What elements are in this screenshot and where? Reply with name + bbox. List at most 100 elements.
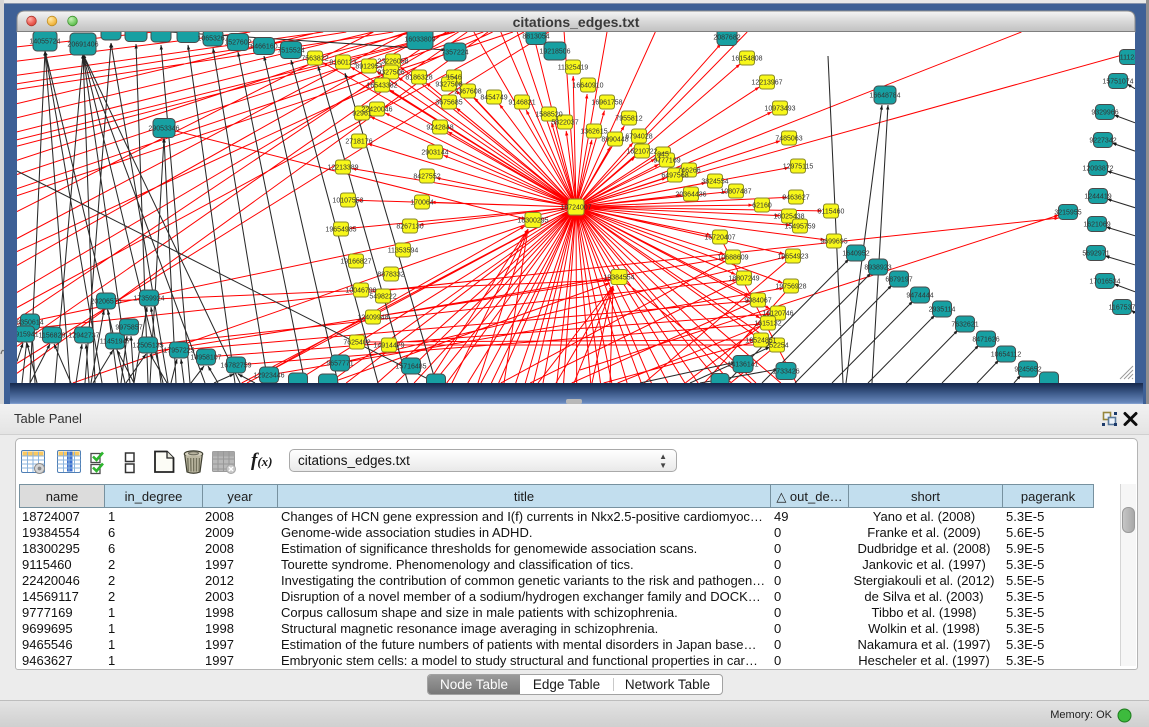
svg-text:9242848: 9242848 (426, 125, 453, 132)
svg-text:17957225: 17957225 (163, 348, 194, 355)
svg-text:10654112: 10654112 (991, 352, 1022, 359)
svg-text:19166827: 19166827 (340, 259, 371, 266)
svg-text:19218506: 19218506 (539, 49, 570, 56)
svg-text:14914479: 14914479 (373, 343, 404, 350)
svg-text:11353594: 11353594 (388, 248, 419, 255)
svg-text:9084067: 9084067 (744, 298, 771, 305)
svg-text:19654985: 19654985 (325, 227, 356, 234)
svg-text:8878332: 8878332 (377, 272, 404, 279)
svg-text:5498222: 5498222 (369, 294, 396, 301)
svg-text:252254: 252254 (765, 343, 788, 350)
svg-text:3824554: 3824554 (701, 179, 728, 186)
svg-text:16033809: 16033809 (404, 37, 435, 44)
svg-text:1621069: 1621069 (1083, 222, 1110, 229)
svg-text:8427552: 8427552 (413, 174, 440, 181)
svg-text:1546: 1546 (446, 75, 462, 82)
svg-text:11451947: 11451947 (100, 339, 131, 346)
svg-text:9975857: 9975857 (115, 325, 142, 332)
svg-text:62160: 62160 (752, 203, 772, 210)
svg-text:9463627: 9463627 (782, 195, 809, 202)
svg-text:92961: 92961 (352, 111, 372, 118)
svg-text:6794028: 6794028 (625, 134, 652, 141)
svg-text:1362615: 1362615 (580, 129, 607, 136)
svg-text:10973493: 10973493 (764, 106, 795, 113)
svg-text:9327508: 9327508 (435, 82, 462, 89)
svg-text:16640910: 16640910 (572, 83, 603, 90)
svg-text:7632621: 7632621 (951, 322, 978, 329)
svg-text:15495759: 15495759 (784, 224, 815, 231)
svg-text:9327506: 9327506 (377, 70, 404, 77)
svg-text:16648784: 16648784 (869, 93, 900, 100)
svg-text:1733426: 1733426 (772, 369, 799, 376)
svg-text:3675685: 3675685 (435, 100, 462, 107)
svg-text:23226058: 23226058 (377, 59, 408, 66)
svg-text:10807487: 10807487 (720, 189, 751, 196)
svg-text:12923446: 12923446 (253, 373, 284, 380)
svg-text:7485063: 7485063 (775, 136, 802, 143)
svg-text:3215955: 3215955 (1054, 210, 1081, 217)
svg-text:8471626: 8471626 (972, 337, 999, 344)
svg-text:9329966: 9329966 (1091, 110, 1118, 117)
svg-text:8267130: 8267130 (396, 224, 423, 231)
svg-text:7625402: 7625402 (343, 340, 370, 347)
svg-text:12213967: 12213967 (751, 80, 782, 87)
svg-text:1244419: 1244419 (1084, 194, 1111, 201)
svg-text:1156829: 1156829 (39, 333, 66, 340)
svg-text:7357224: 7357224 (441, 50, 468, 57)
svg-text:20691406: 20691406 (67, 42, 98, 49)
svg-text:20206576: 20206576 (90, 299, 121, 306)
svg-text:18724007: 18724007 (560, 205, 591, 212)
svg-text:1527602: 1527602 (224, 40, 251, 47)
svg-text:8186328: 8186328 (405, 75, 432, 82)
svg-text:12975115: 12975115 (783, 164, 814, 171)
svg-text:1640952: 1640952 (842, 251, 869, 258)
svg-text:1615132: 1615132 (754, 321, 781, 328)
svg-text:17359924: 17359924 (133, 296, 164, 303)
svg-text:16543382: 16543382 (366, 83, 397, 90)
svg-text:2903144: 2903144 (421, 150, 448, 157)
svg-text:9160123: 9160123 (329, 60, 356, 67)
svg-text:5822037: 5822037 (551, 120, 578, 127)
svg-text:16782759: 16782759 (220, 363, 251, 370)
svg-text:15720407: 15720407 (704, 235, 735, 242)
svg-text:12093872: 12093872 (1082, 166, 1113, 173)
svg-text:15716485: 15716485 (395, 364, 426, 371)
svg-text:8813054: 8813054 (522, 34, 549, 41)
svg-text:18300295: 18300295 (517, 218, 548, 225)
svg-text:12213389: 12213389 (327, 165, 358, 172)
svg-text:14136141: 14136141 (727, 362, 758, 369)
svg-text:2087682: 2087682 (713, 35, 740, 42)
svg-text:15751074: 15751074 (1102, 79, 1133, 86)
svg-text:11325419: 11325419 (558, 65, 589, 72)
svg-text:14055724: 14055724 (29, 39, 60, 46)
svg-text:7563822: 7563822 (301, 56, 328, 63)
svg-text:170064: 170064 (410, 200, 433, 207)
svg-text:6879197: 6879197 (885, 277, 912, 284)
svg-text:16961758: 16961758 (591, 100, 622, 107)
svg-text:2718176: 2718176 (345, 139, 372, 146)
svg-text:9777169: 9777169 (653, 158, 680, 165)
svg-text:citations_edges.txt: citations_edges.txt (513, 14, 640, 30)
svg-text:2367608: 2367608 (454, 89, 481, 96)
svg-text:16154808: 16154808 (731, 56, 762, 63)
svg-text:12942737: 12942737 (68, 333, 99, 340)
svg-text:9657771: 9657771 (326, 361, 353, 368)
svg-text:7515524: 7515524 (277, 48, 304, 55)
svg-text:2935114: 2935114 (929, 307, 956, 314)
svg-text:10688609: 10688609 (717, 255, 748, 262)
svg-text:18807249: 18807249 (728, 276, 759, 283)
svg-text:19756928: 19756928 (775, 284, 806, 291)
svg-text:9227342: 9227342 (1089, 138, 1116, 145)
svg-text:10025438: 10025438 (773, 214, 804, 221)
svg-text:17016534: 17016534 (1089, 279, 1120, 286)
svg-text:12505135: 12505135 (132, 343, 163, 350)
svg-text:8454749: 8454749 (480, 95, 507, 102)
svg-text:10958107: 10958107 (190, 355, 221, 362)
svg-text:9115460: 9115460 (818, 209, 845, 216)
svg-text:8938923: 8938923 (864, 265, 891, 272)
svg-text:9699695: 9699695 (820, 239, 847, 246)
svg-text:20364436: 20364436 (675, 192, 706, 199)
svg-text:1588520: 1588520 (535, 112, 562, 119)
svg-text:6466160: 6466160 (250, 44, 277, 51)
svg-text:9146821: 9146821 (508, 100, 535, 107)
